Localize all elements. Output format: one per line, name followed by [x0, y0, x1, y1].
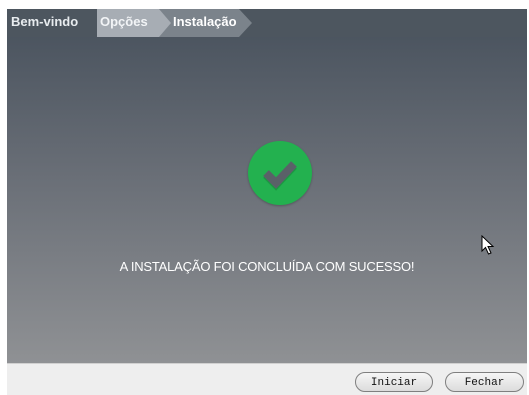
- start-button[interactable]: Iniciar: [355, 372, 433, 392]
- footer-bar: Iniciar Fechar: [7, 363, 527, 395]
- breadcrumb: Instalação Opções Bem-vindo: [7, 9, 527, 37]
- mouse-pointer-icon: [481, 235, 495, 255]
- breadcrumb-step-label: Instalação: [173, 14, 237, 29]
- breadcrumb-step-installation: Instalação: [159, 9, 252, 37]
- checkmark-circle-icon: [248, 141, 312, 205]
- success-message: A INSTALAÇÃO FOI CONCLUÍDA COM SUCESSO!: [119, 259, 415, 274]
- installer-window: Instalação Opções Bem-vindo A INSTALAÇÃO…: [7, 9, 527, 395]
- breadcrumb-step-welcome: Bem-vindo: [7, 9, 97, 37]
- breadcrumb-step-label: Bem-vindo: [11, 14, 79, 29]
- breadcrumb-step-label: Opções: [100, 14, 148, 29]
- close-button[interactable]: Fechar: [445, 372, 524, 392]
- breadcrumb-step-options: Opções: [97, 9, 171, 37]
- main-content: A INSTALAÇÃO FOI CONCLUÍDA COM SUCESSO!: [7, 37, 527, 363]
